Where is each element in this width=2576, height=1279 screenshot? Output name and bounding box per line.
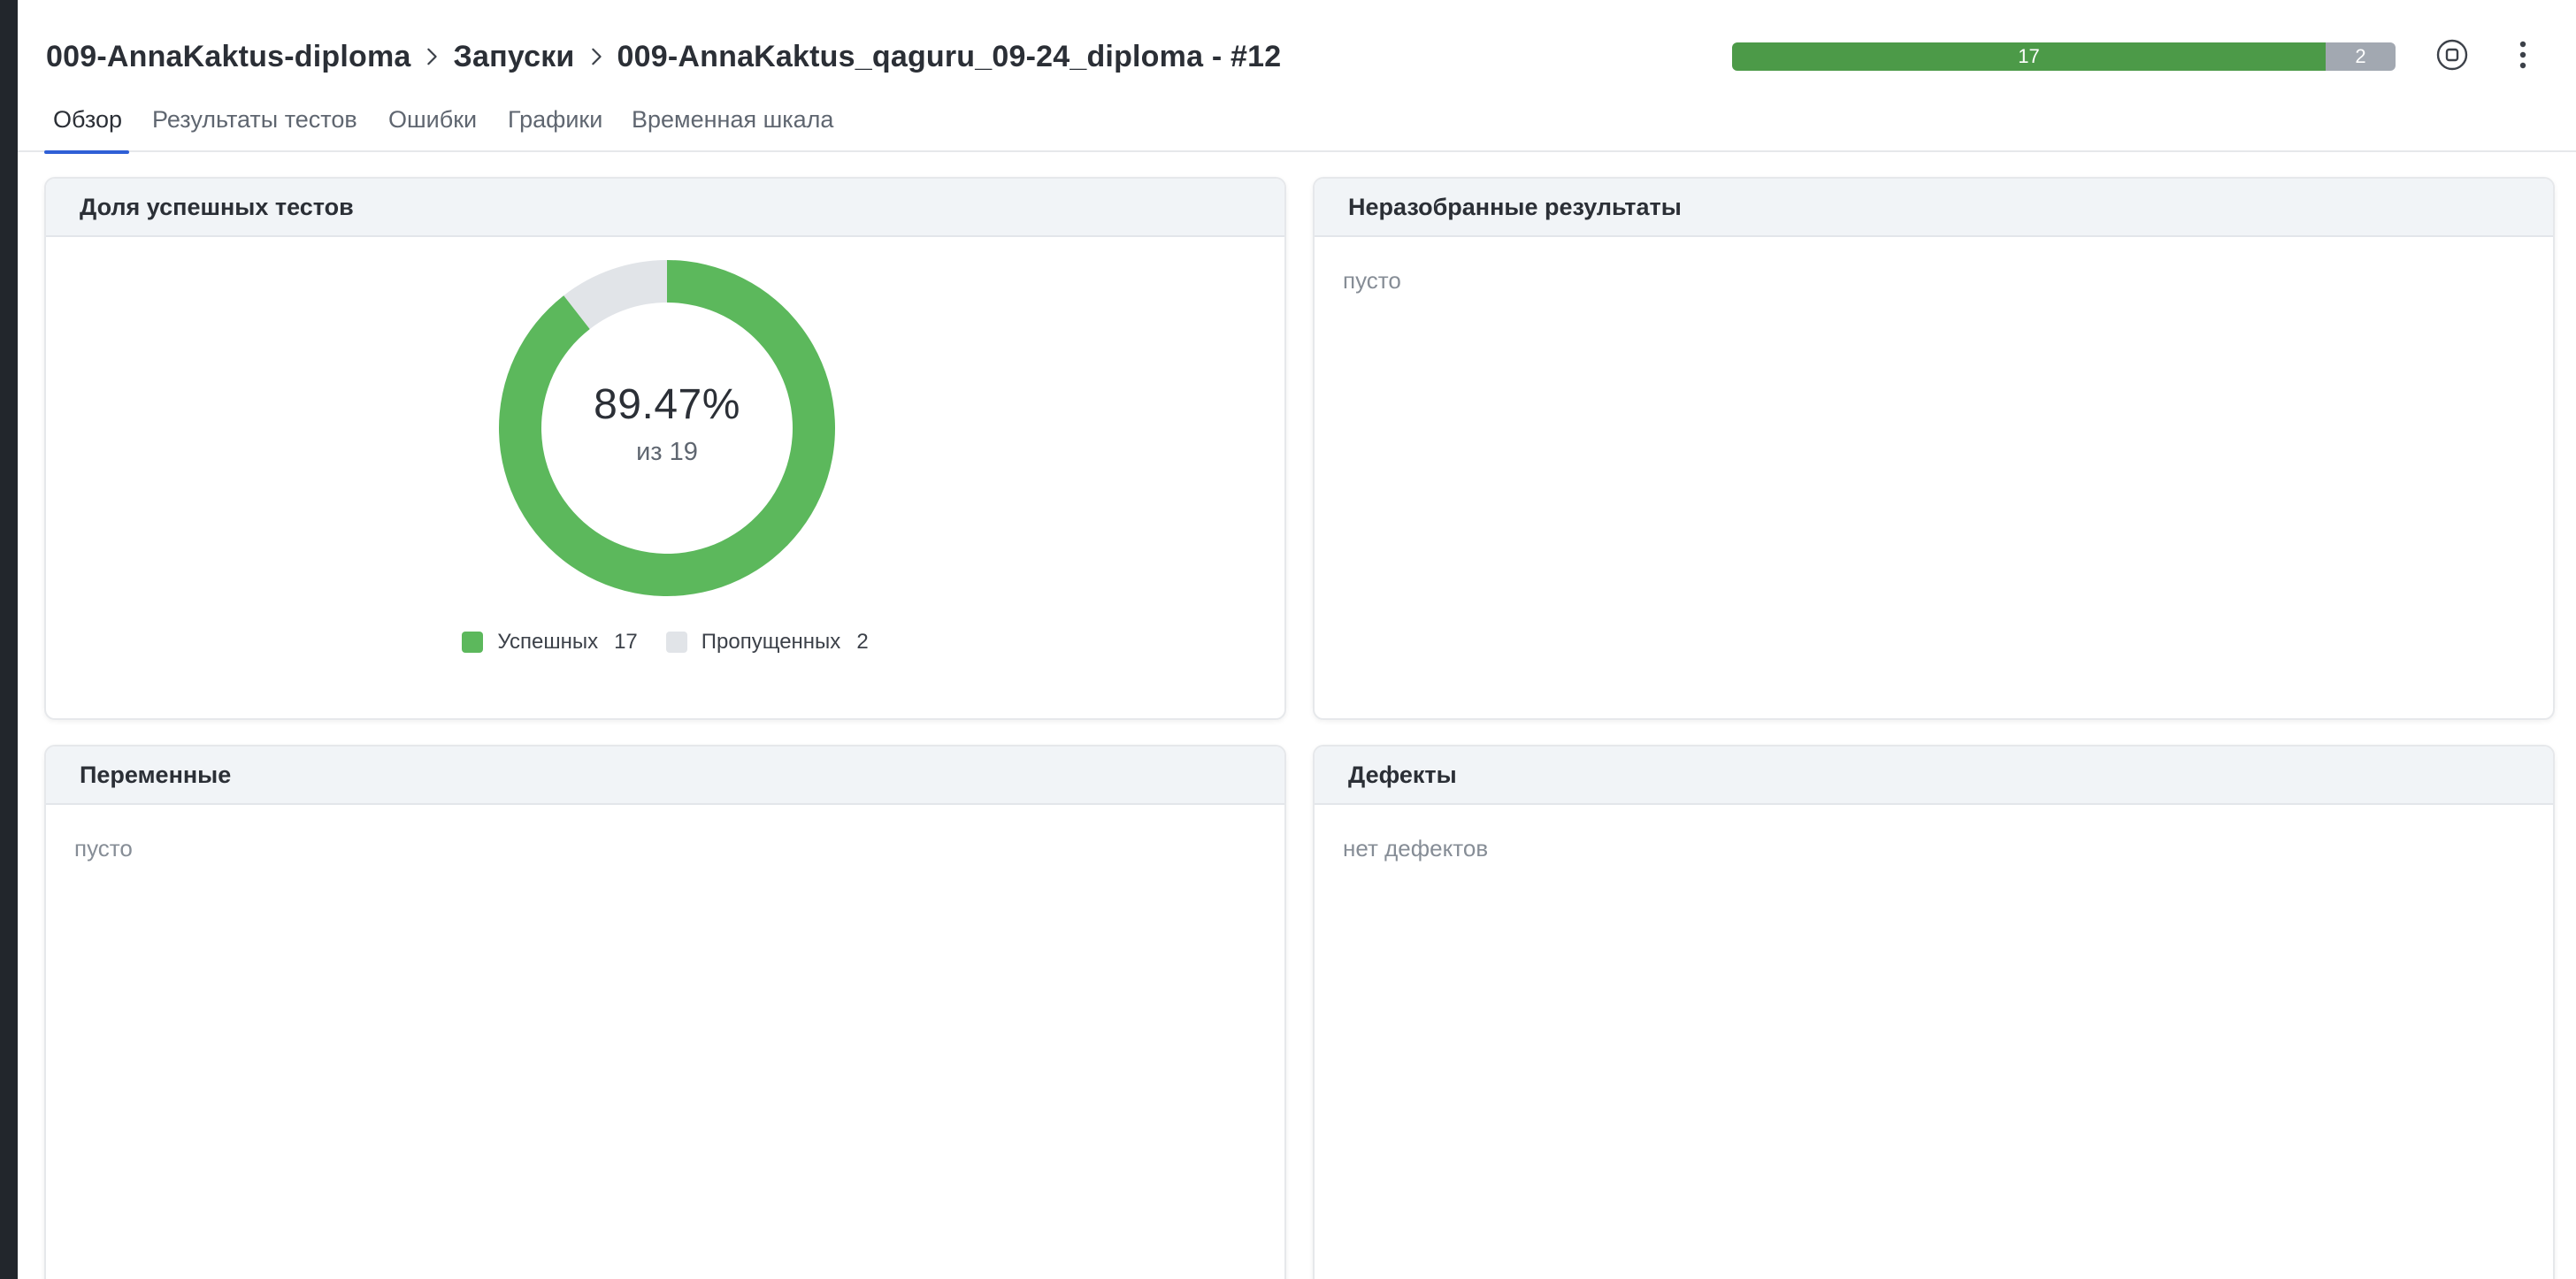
status-bar-passed: 17 xyxy=(1732,42,2327,71)
launch-status-bar[interactable]: 17 2 xyxy=(1732,42,2396,71)
tab-overview[interactable]: Обзор xyxy=(44,106,129,154)
defects-card: Дефекты нет дефектов xyxy=(1313,745,2555,1279)
breadcrumb-project[interactable]: 009-AnnaKaktus-diploma xyxy=(46,40,410,74)
legend-count: 2 xyxy=(856,630,869,654)
chevron-right-icon xyxy=(575,47,617,66)
card-title: Доля успешных тестов xyxy=(46,179,1284,237)
legend-swatch-passed xyxy=(462,632,484,653)
empty-state-text: пусто xyxy=(1343,267,1401,294)
empty-state-text: пусто xyxy=(74,835,133,862)
success-percent: 89.47% xyxy=(594,381,740,428)
tab-bar: Обзор Результаты тестов Ошибки Графики В… xyxy=(18,99,2576,154)
legend-item-skipped[interactable]: Пропущенных 2 xyxy=(665,630,869,655)
more-vertical-icon xyxy=(2518,39,2528,75)
tab-graphs[interactable]: Графики xyxy=(508,106,602,152)
total-tests: из 19 xyxy=(636,438,698,466)
card-title: Переменные xyxy=(46,747,1284,805)
legend-item-passed[interactable]: Успешных 17 xyxy=(462,630,638,655)
more-actions-button[interactable] xyxy=(2505,39,2541,74)
legend-swatch-skipped xyxy=(665,632,687,653)
stop-launch-button[interactable] xyxy=(2434,39,2470,74)
variables-card: Переменные пусто xyxy=(44,745,1286,1279)
unresolved-results-card: Неразобранные результаты пусто xyxy=(1313,177,2555,720)
success-rate-card: Доля успешных тестов 89.47% из 19 Успешн… xyxy=(44,177,1286,720)
legend-count: 17 xyxy=(614,630,638,654)
tab-errors[interactable]: Ошибки xyxy=(388,106,477,152)
chart-legend: Успешных 17 Пропущенных 2 xyxy=(46,630,1284,655)
legend-label: Пропущенных xyxy=(701,630,841,654)
stop-circle-icon xyxy=(2435,38,2469,76)
success-rate-donut-chart: 89.47% из 19 xyxy=(499,260,835,596)
card-title: Неразобранные результаты xyxy=(1315,179,2553,237)
breadcrumb-launch-name: 009-AnnaKaktus_qaguru_09-24_diploma - #1… xyxy=(617,39,1282,73)
card-title: Дефекты xyxy=(1315,747,2553,805)
breadcrumb-launches[interactable]: Запуски xyxy=(453,40,574,74)
legend-label: Успешных xyxy=(497,630,599,654)
window-left-edge xyxy=(0,0,18,1279)
tab-timeline[interactable]: Временная шкала xyxy=(632,106,833,152)
tab-test-results[interactable]: Результаты тестов xyxy=(152,106,357,152)
chevron-right-icon xyxy=(410,47,453,66)
empty-state-text: нет дефектов xyxy=(1343,835,1489,862)
status-bar-skipped: 2 xyxy=(2326,42,2396,71)
